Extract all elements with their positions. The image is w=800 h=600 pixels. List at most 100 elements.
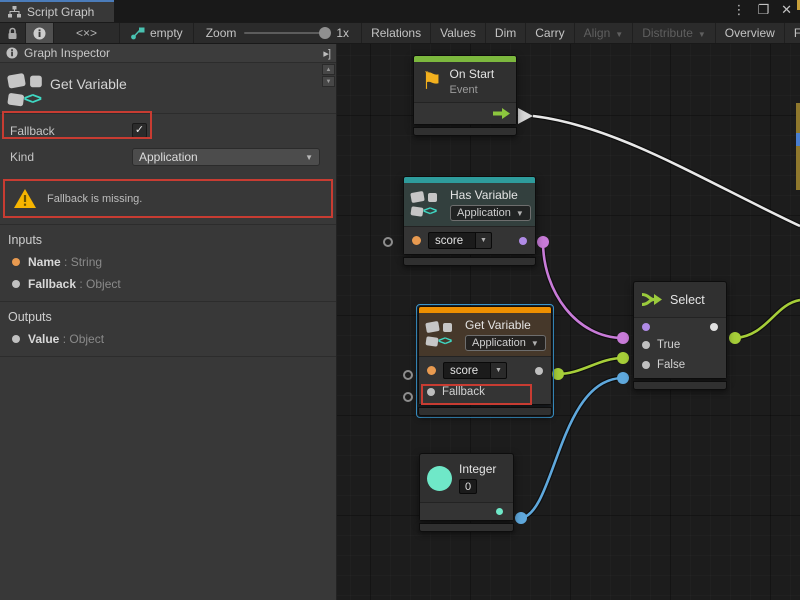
variables-icon: <> xyxy=(426,321,458,349)
node-title: Integer xyxy=(459,462,496,476)
dim-button[interactable]: Dim xyxy=(486,23,526,43)
flow-arrow-connector xyxy=(518,108,533,124)
variables-icon: <> xyxy=(8,73,50,109)
info-icon xyxy=(33,27,46,40)
kind-label: Kind xyxy=(10,150,132,164)
integer-literal-icon xyxy=(427,466,452,491)
overview-button[interactable]: Overview xyxy=(716,23,785,43)
unit-header: <> Get Variable xyxy=(0,63,336,114)
integer-value-field[interactable]: 0 xyxy=(459,479,477,494)
variable-kind-dropdown[interactable]: Application ▼ xyxy=(450,205,531,221)
value-output-port[interactable] xyxy=(535,367,543,375)
scroll-up-icon[interactable]: ▲ xyxy=(322,64,335,75)
carry-button[interactable]: Carry xyxy=(526,23,574,43)
node-footer xyxy=(419,523,514,532)
variable-name-field[interactable]: score ▼ xyxy=(443,362,507,379)
node-title: Has Variable xyxy=(450,188,518,202)
zoom-slider[interactable] xyxy=(244,32,328,34)
graph-ref-label: empty xyxy=(150,26,183,40)
align-button[interactable]: Align▼ xyxy=(575,23,634,43)
full-screen-button[interactable]: Full Screen xyxy=(785,23,800,43)
warning-icon xyxy=(13,188,37,209)
chevron-down-icon: ▼ xyxy=(615,30,623,39)
relations-button[interactable]: Relations xyxy=(362,23,431,43)
tab-script-graph[interactable]: Script Graph xyxy=(0,0,114,22)
select-merge-icon xyxy=(641,291,663,308)
warning-box: Fallback is missing. xyxy=(3,179,333,218)
true-port-label: True xyxy=(657,339,680,351)
zoom-control: Zoom 1x xyxy=(194,23,362,43)
values-button[interactable]: Values xyxy=(431,23,486,43)
inspector-header: Graph Inspector ▸] xyxy=(0,44,336,63)
fallback-toggle-row: Fallback ✓ xyxy=(0,118,336,143)
node-integer[interactable]: Integer 0 xyxy=(419,453,514,532)
code-icon: <×> xyxy=(76,26,97,40)
kind-dropdown[interactable]: Application ▼ xyxy=(132,148,320,166)
fallback-port-label: Fallback xyxy=(442,386,485,398)
graph-ref-icon xyxy=(130,27,145,40)
divider xyxy=(0,356,336,357)
node-on-start[interactable]: ⚑ On Start Event xyxy=(413,55,517,136)
unconnected-port-indicator[interactable] xyxy=(403,392,413,402)
variable-name-field[interactable]: score ▼ xyxy=(428,232,492,249)
wire-flow[interactable] xyxy=(533,116,800,226)
chevron-down-icon: ▼ xyxy=(491,362,507,379)
graph-inspector-panel: Graph Inspector ▸] ▲ ▼ <> Get Variable F… xyxy=(0,44,337,600)
false-input-port[interactable] xyxy=(642,361,650,369)
dock-panel-icon[interactable]: ▸] xyxy=(323,47,330,60)
inspector-toggle-button[interactable] xyxy=(26,23,54,43)
unconnected-port-indicator[interactable] xyxy=(383,237,393,247)
chevron-down-icon: ▼ xyxy=(698,30,706,39)
lock-button[interactable] xyxy=(0,23,26,43)
outputs-title: Outputs xyxy=(0,302,336,328)
node-select[interactable]: Select True False xyxy=(633,281,727,390)
bool-output-port[interactable] xyxy=(519,237,527,245)
zoom-slider-knob[interactable] xyxy=(319,27,331,39)
integer-output-port[interactable] xyxy=(496,508,503,515)
variable-kind-dropdown[interactable]: Application ▼ xyxy=(465,335,546,351)
toolbar-right-group: Relations Values Dim Carry Align▼ Distri… xyxy=(362,23,800,43)
condition-input-port[interactable] xyxy=(642,323,650,331)
graph-tree-icon xyxy=(8,6,21,18)
close-icon[interactable]: ✕ xyxy=(781,3,792,17)
flag-icon: ⚑ xyxy=(421,70,443,94)
window-menu-icon[interactable]: ⋮ xyxy=(732,3,745,17)
inputs-title: Inputs xyxy=(0,225,336,251)
chevron-down-icon: ▼ xyxy=(531,339,539,348)
node-title: Select xyxy=(670,293,705,307)
tab-title: Script Graph xyxy=(27,5,94,19)
false-port-label: False xyxy=(657,359,685,371)
wire-condition[interactable] xyxy=(543,242,623,338)
name-input-port[interactable] xyxy=(412,236,421,245)
true-input-port[interactable] xyxy=(642,341,650,349)
chevron-down-icon: ▼ xyxy=(516,209,524,218)
graph-reference-breadcrumb[interactable]: empty xyxy=(120,23,194,43)
unconnected-port-indicator[interactable] xyxy=(403,370,413,380)
node-title: Get Variable xyxy=(465,318,531,332)
name-input-port[interactable] xyxy=(427,366,436,375)
code-preview-button[interactable]: <×> xyxy=(54,23,120,43)
inspector-scrollbar[interactable]: ▲ ▼ xyxy=(322,64,335,87)
fallback-checkbox[interactable]: ✓ xyxy=(132,123,147,138)
info-icon xyxy=(6,47,18,59)
window-controls: ⋮ ❐ ✕ xyxy=(732,3,792,17)
fallback-input-port[interactable] xyxy=(427,388,435,396)
unit-title: Get Variable xyxy=(50,73,127,92)
node-footer xyxy=(413,127,517,136)
scroll-down-icon[interactable]: ▼ xyxy=(322,76,335,87)
distribute-button[interactable]: Distribute▼ xyxy=(633,23,716,43)
node-subtitle: Event xyxy=(450,84,478,96)
port-dot-gray xyxy=(12,335,20,343)
selection-output-port[interactable] xyxy=(710,323,718,331)
graph-toolbar: <×> empty Zoom 1x Relations Values xyxy=(0,22,800,44)
variables-icon: <> xyxy=(411,191,443,219)
graph-canvas[interactable]: ⚑ On Start Event xyxy=(337,44,800,600)
maximize-icon[interactable]: ❐ xyxy=(757,3,769,17)
warning-text: Fallback is missing. xyxy=(47,193,142,205)
node-has-variable[interactable]: <> Has Variable Application ▼ xyxy=(403,176,536,266)
node-footer xyxy=(403,257,536,266)
flow-output-port[interactable] xyxy=(493,108,510,119)
node-get-variable[interactable]: <> Get Variable Application ▼ xyxy=(416,304,554,418)
port-dot-orange xyxy=(12,258,20,266)
output-port-row: Value : Object xyxy=(0,328,336,350)
